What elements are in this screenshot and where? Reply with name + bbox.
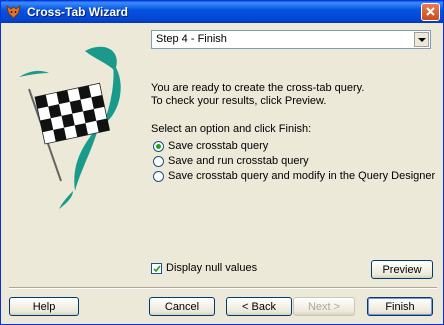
intro-line-1: You are ready to create the cross-tab qu… bbox=[151, 82, 365, 94]
help-button[interactable]: Help bbox=[9, 297, 79, 316]
radio-button[interactable] bbox=[153, 156, 164, 167]
footer-divider bbox=[9, 287, 437, 289]
options-heading: Select an option and click Finish: bbox=[151, 123, 312, 135]
checkbox-label: Display null values bbox=[166, 262, 258, 274]
next-button[interactable]: Next > bbox=[293, 297, 355, 316]
checkered-flag-illustration bbox=[19, 46, 121, 209]
radio-button[interactable] bbox=[153, 171, 164, 182]
close-button[interactable] bbox=[421, 3, 440, 21]
chevron-down-icon[interactable] bbox=[414, 32, 429, 47]
wizard-fox-icon bbox=[6, 5, 21, 19]
preview-button[interactable]: Preview bbox=[371, 260, 433, 279]
option-label: Save and run crosstab query bbox=[168, 155, 309, 167]
step-dropdown-value: Step 4 - Finish bbox=[156, 33, 227, 45]
title-bar[interactable]: Cross-Tab Wizard bbox=[1, 1, 443, 23]
close-icon bbox=[426, 7, 435, 16]
intro-line-2: To check your results, click Preview. bbox=[151, 95, 327, 107]
checkmark-icon bbox=[153, 265, 161, 273]
window-title: Cross-Tab Wizard bbox=[27, 5, 129, 19]
radio-button-selected[interactable] bbox=[153, 141, 164, 152]
cross-tab-wizard-window: Cross-Tab Wizard Step 4 - Finish You are… bbox=[0, 0, 444, 325]
cancel-button[interactable]: Cancel bbox=[149, 297, 215, 316]
finish-button[interactable]: Finish bbox=[367, 297, 433, 316]
step-dropdown[interactable]: Step 4 - Finish bbox=[151, 30, 431, 49]
option-label: Save crosstab query bbox=[168, 140, 269, 152]
back-button[interactable]: < Back bbox=[226, 297, 292, 316]
checkbox[interactable] bbox=[151, 263, 162, 274]
option-label: Save crosstab query and modify in the Qu… bbox=[168, 170, 436, 182]
